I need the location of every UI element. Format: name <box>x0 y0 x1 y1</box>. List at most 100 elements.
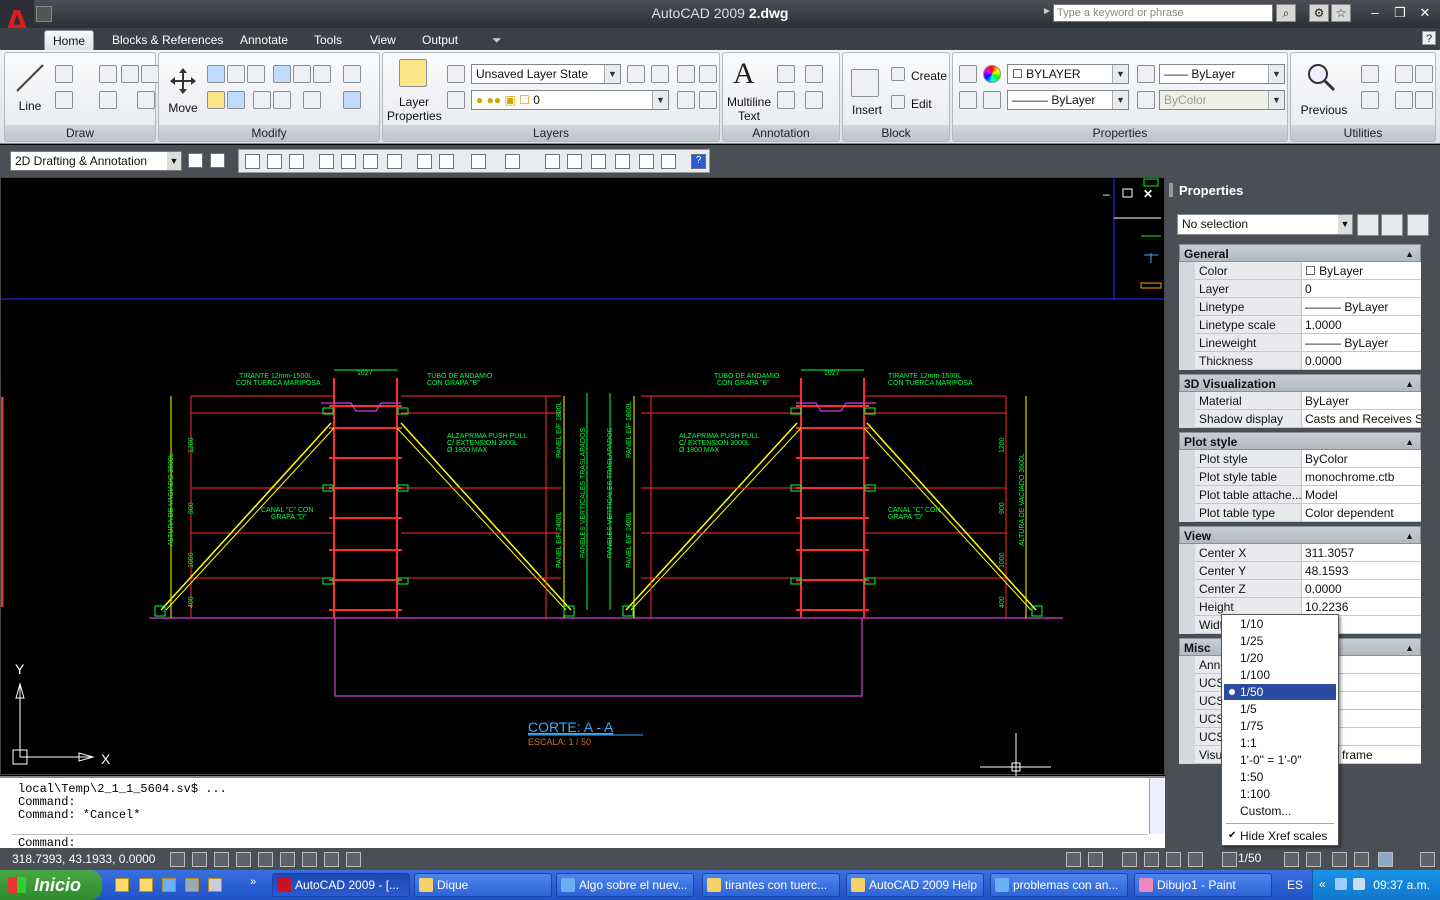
save-icon[interactable] <box>289 154 304 169</box>
quicklaunch-folder-icon[interactable] <box>139 878 153 892</box>
polyline-icon[interactable] <box>55 65 73 83</box>
task-browser-1[interactable]: Algo sobre el nuev... <box>556 873 694 897</box>
modify-panel-title[interactable]: Modify <box>159 125 379 141</box>
dimension-icon[interactable] <box>805 65 823 83</box>
task-browser-2[interactable]: problemas con an... <box>990 873 1128 897</box>
model-space-icon[interactable] <box>1066 852 1081 867</box>
purge-icon[interactable] <box>1415 91 1433 109</box>
edit-block-label[interactable]: Edit <box>911 97 932 111</box>
scale-option[interactable]: 1/75 <box>1224 718 1336 734</box>
create-block-icon[interactable] <box>891 67 905 81</box>
property-row[interactable]: Color ☐ ByLayer <box>1179 262 1421 280</box>
minimize-button[interactable]: – <box>1364 4 1386 22</box>
multileader-icon[interactable] <box>805 91 823 109</box>
layer-freeze-icon[interactable] <box>677 65 695 83</box>
lineweight-icon[interactable] <box>1137 65 1155 83</box>
new-icon[interactable] <box>245 154 260 169</box>
task-paint[interactable]: Dibujo1 - Paint <box>1134 873 1272 897</box>
open-icon[interactable] <box>267 154 282 169</box>
layer-isolate-icon[interactable] <box>651 65 669 83</box>
ribbon-help-icon[interactable]: ? <box>1422 31 1436 45</box>
coordinates-readout[interactable]: 318.7393, 43.1933, 0.0000 <box>12 852 155 866</box>
plotstyle-icon[interactable] <box>1137 91 1155 109</box>
layer-match-icon[interactable] <box>447 91 465 109</box>
property-row[interactable]: Center Z 0.0000 <box>1179 580 1421 598</box>
section-3d-visualization[interactable]: 3D Visualization ▲ <box>1179 374 1421 392</box>
insert-block-icon[interactable] <box>851 69 879 97</box>
quicklaunch-app-icon[interactable] <box>185 878 199 892</box>
workspace-dropdown[interactable]: 2D Drafting & Annotation ▼ <box>10 151 182 171</box>
rectangle-icon[interactable] <box>141 65 159 83</box>
mirror-icon[interactable] <box>273 65 291 83</box>
task-dique-folder[interactable]: Dique <box>414 873 552 897</box>
workspace-lock-icon[interactable] <box>210 153 225 168</box>
task-tirantes-folder[interactable]: tirantes con tuerc... <box>702 873 840 897</box>
previous-label[interactable]: Previous <box>1295 103 1353 117</box>
layer-lock-icon[interactable] <box>677 91 695 109</box>
snap-mode-icon[interactable] <box>170 852 185 867</box>
property-row[interactable]: Shadow display Casts and Receives S... <box>1179 410 1421 428</box>
lineweight-dropdown[interactable]: —— ByLayer ▼ <box>1159 64 1285 84</box>
polar-tracking-icon[interactable] <box>236 852 251 867</box>
paint-brush-icon[interactable] <box>439 154 454 169</box>
search-expand-icon[interactable]: ► <box>1042 6 1052 17</box>
cut-icon[interactable] <box>1395 91 1413 109</box>
tray-expand-icon[interactable]: « <box>1319 877 1326 891</box>
move-icon[interactable] <box>169 67 197 95</box>
section-plot-style[interactable]: Plot style ▲ <box>1179 432 1421 450</box>
hide-xref-scales-option[interactable]: ✔ Hide Xref scales <box>1224 828 1336 844</box>
task-autocad[interactable]: AutoCAD 2009 - [... <box>272 873 410 897</box>
tab-home[interactable]: Home <box>44 30 95 50</box>
workspace-switching-icon[interactable] <box>1332 852 1347 867</box>
scale-option[interactable]: 1:100 <box>1224 786 1336 802</box>
line-button-label[interactable]: Line <box>13 99 47 113</box>
create-block-label[interactable]: Create <box>911 69 947 83</box>
ribbon-options-icon[interactable]: ⏷ <box>484 30 510 50</box>
tab-annotate[interactable]: Annotate <box>232 30 296 50</box>
edit-block-icon[interactable] <box>891 95 905 109</box>
hatch-icon[interactable] <box>137 91 155 109</box>
property-row[interactable]: Layer 0 <box>1179 280 1421 298</box>
clock[interactable]: 09:37 a.m. <box>1373 878 1430 892</box>
ellipse-icon[interactable] <box>99 91 117 109</box>
object-snap-icon[interactable] <box>258 852 273 867</box>
layers-panel-title[interactable]: Layers <box>383 125 719 141</box>
quick-access-button[interactable] <box>36 6 52 22</box>
scale-option[interactable]: 1/25 <box>1224 633 1336 649</box>
layer-dropdown[interactable]: ● ●● ▣ ☐ 0 ▼ <box>471 90 669 110</box>
network-icon[interactable] <box>1335 878 1347 890</box>
polygon-icon[interactable] <box>121 65 139 83</box>
start-button[interactable]: Inicio <box>0 870 102 900</box>
help-icon[interactable]: ? <box>691 154 706 169</box>
scale-option[interactable]: 1'-0" = 1'-0" <box>1224 752 1336 768</box>
array-icon[interactable] <box>313 65 331 83</box>
list-icon[interactable] <box>959 91 977 109</box>
3d-dwf-icon[interactable] <box>387 154 402 169</box>
scale-option[interactable]: 1/5 <box>1224 701 1336 717</box>
auto-scale-icon[interactable] <box>1306 852 1321 867</box>
explode-icon[interactable] <box>343 91 361 109</box>
close-button[interactable]: ✕ <box>1414 4 1436 22</box>
layer-state-icon[interactable] <box>447 65 465 83</box>
move-button-label[interactable]: Move <box>165 101 201 115</box>
trim-icon[interactable] <box>247 65 265 83</box>
dynamic-input-icon[interactable] <box>324 852 339 867</box>
property-row[interactable]: Linetype scale 1.0000 <box>1179 316 1421 334</box>
layer-unlock-icon[interactable] <box>699 91 717 109</box>
workspace-settings-icon[interactable] <box>188 153 203 168</box>
insert-label[interactable]: Insert <box>847 103 887 117</box>
property-row[interactable]: Plot table type Color dependent <box>1179 504 1421 522</box>
design-center-icon[interactable] <box>567 154 582 169</box>
property-row[interactable]: Thickness 0.0000 <box>1179 352 1421 370</box>
scale-option[interactable]: 1:1 <box>1224 735 1336 751</box>
selection-dropdown[interactable]: No selection ▼ <box>1177 214 1353 235</box>
properties-ribbon-panel-title[interactable]: Properties <box>953 125 1287 141</box>
fillet-icon[interactable] <box>293 65 311 83</box>
layer-previous-icon[interactable] <box>627 65 645 83</box>
property-row[interactable]: Lineweight ——— ByLayer <box>1179 334 1421 352</box>
volume-icon[interactable] <box>1353 878 1365 890</box>
measure-icon[interactable] <box>1395 65 1413 83</box>
grid-display-icon[interactable] <box>192 852 207 867</box>
command-scrollbar[interactable] <box>1149 778 1165 834</box>
offset-icon[interactable] <box>343 65 361 83</box>
